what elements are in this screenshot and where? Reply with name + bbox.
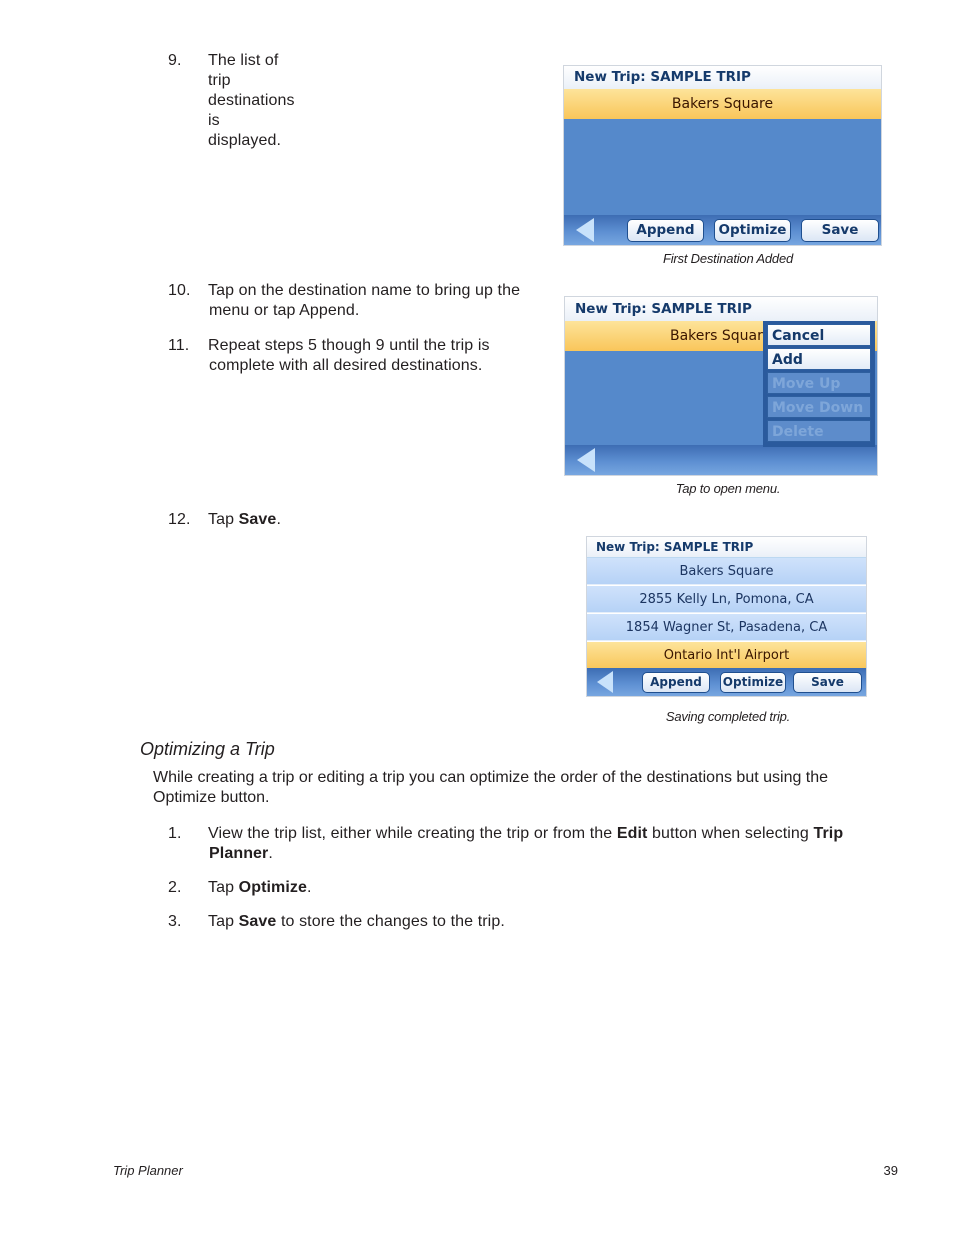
screen-title: New Trip: SAMPLE TRIP [587, 537, 866, 558]
step-10: 10. Tap on the destination name to bring… [168, 281, 548, 321]
step-text-line1: View the trip list, either while creatin… [208, 824, 898, 844]
step-text: Tap Optimize. [208, 878, 312, 898]
text: . [307, 879, 312, 896]
destination-row[interactable]: 2855 Kelly Ln, Pomona, CA [587, 586, 866, 613]
optimize-button[interactable]: Optimize [714, 219, 791, 242]
section-heading: Optimizing a Trip [140, 739, 275, 759]
bottom-toolbar: Append Optimize Save [587, 668, 866, 696]
figure-caption: Saving completed trip. [665, 709, 791, 724]
menu-item-cancel[interactable]: Cancel [767, 324, 871, 346]
step-text: Tap Save. [208, 510, 281, 530]
step-11: 11. Repeat steps 5 though 9 until the tr… [168, 336, 548, 376]
figure-caption: Tap to open menu. [675, 481, 781, 496]
text: Tap [208, 879, 239, 896]
step-number: 1. [168, 825, 182, 842]
step-number: 9. [168, 52, 182, 69]
save-button[interactable]: Save [793, 672, 862, 693]
optimize-button[interactable]: Optimize [720, 672, 786, 693]
save-button[interactable]: Save [801, 219, 879, 242]
bold-text: Trip [813, 825, 844, 842]
bold-text: Save [238, 511, 277, 528]
step-number: 10. [168, 282, 191, 299]
screenshot-completed-trip: New Trip: SAMPLE TRIP Bakers Square 2855… [586, 536, 867, 697]
back-arrow-icon[interactable] [577, 448, 595, 472]
footer-section-name: Trip Planner [113, 1163, 183, 1178]
step-text-line1: Repeat steps 5 though 9 until the trip i… [208, 337, 490, 354]
bold-text: Planner [209, 845, 269, 862]
destination-row-selected[interactable]: Bakers Square [564, 89, 881, 119]
text: Tap [208, 913, 239, 930]
bold-text: Edit [616, 825, 648, 842]
bold-text: Save [238, 913, 277, 930]
back-arrow-icon[interactable] [597, 671, 613, 693]
append-button[interactable]: Append [642, 672, 710, 693]
destination-menu: Cancel Add Move Up Move Down Delete [763, 321, 875, 447]
step-text: Tap Save to store the changes to the tri… [208, 912, 505, 932]
step-text-line1: Tap on the destination name to bring up … [208, 282, 521, 299]
step-text-line2: complete with all desired destinations. [209, 357, 483, 374]
step-text: The list of trip destinations is display… [208, 52, 295, 149]
step-12: 12. Tap Save. [168, 510, 468, 530]
text: . [276, 511, 281, 528]
page-number: 39 [883, 1163, 898, 1178]
optimize-step-3: 3. Tap Save to store the changes to the … [168, 912, 668, 932]
back-arrow-icon[interactable] [576, 218, 594, 242]
menu-item-move-down: Move Down [767, 396, 871, 418]
bottom-toolbar: Append Optimize Save [564, 215, 881, 245]
section-paragraph: While creating a trip or editing a trip … [153, 769, 829, 806]
text: Tap [208, 511, 239, 528]
screen-title: New Trip: SAMPLE TRIP [564, 66, 881, 89]
menu-item-delete: Delete [767, 420, 871, 442]
append-button[interactable]: Append [627, 219, 704, 242]
figure-caption: First Destination Added [662, 251, 794, 266]
screen-title: New Trip: SAMPLE TRIP [565, 297, 877, 321]
text: button when selecting [647, 825, 814, 842]
bottom-toolbar [565, 445, 877, 475]
list-area [564, 119, 881, 215]
step-number: 3. [168, 913, 182, 930]
screenshot-first-destination: New Trip: SAMPLE TRIP Bakers Square Appe… [563, 65, 882, 246]
optimize-step-1: 1. View the trip list, either while crea… [168, 824, 898, 864]
step-number: 12. [168, 511, 191, 528]
destination-row[interactable]: Bakers Square [587, 558, 866, 585]
destination-row[interactable]: 1854 Wagner St, Pasadena, CA [587, 614, 866, 641]
screenshot-open-menu: New Trip: SAMPLE TRIP Bakers Squar Cance… [564, 296, 878, 476]
step-text-line2: menu or tap Append. [209, 302, 360, 319]
text: to store the changes to the trip. [276, 913, 505, 930]
menu-item-move-up: Move Up [767, 372, 871, 394]
bold-text: Optimize [238, 879, 308, 896]
destination-row-selected[interactable]: Ontario Int'l Airport [587, 642, 866, 669]
text: View the trip list, either while creatin… [208, 825, 617, 842]
menu-item-add[interactable]: Add [767, 348, 871, 370]
step-number: 11. [168, 337, 190, 354]
optimize-step-2: 2. Tap Optimize. [168, 878, 568, 898]
text: . [268, 845, 273, 862]
step-text-line2: Planner. [209, 844, 273, 864]
step-number: 2. [168, 879, 182, 896]
